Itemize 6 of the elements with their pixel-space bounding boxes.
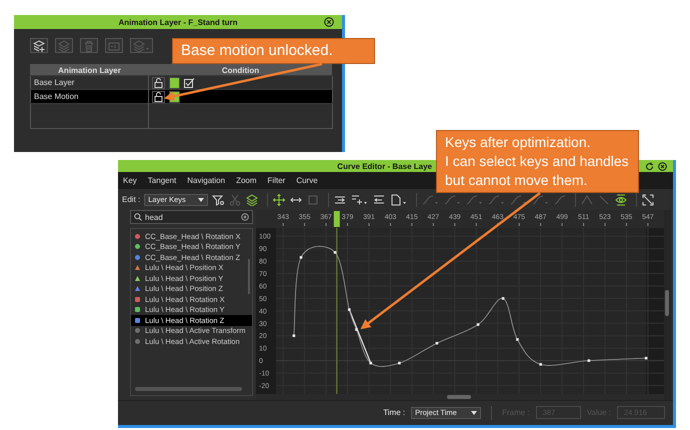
time-label: Time : [383,408,406,417]
callout: Base motion unlocked. [172,38,375,64]
window-title: Animation Layer - F_Stand turn [118,18,238,26]
edit-label: Edit : [122,195,140,204]
window-title: Curve Editor - Base Laye [337,162,432,170]
callout: Keys after optimization. I can select keys and handles but cannot move them. [436,130,639,193]
